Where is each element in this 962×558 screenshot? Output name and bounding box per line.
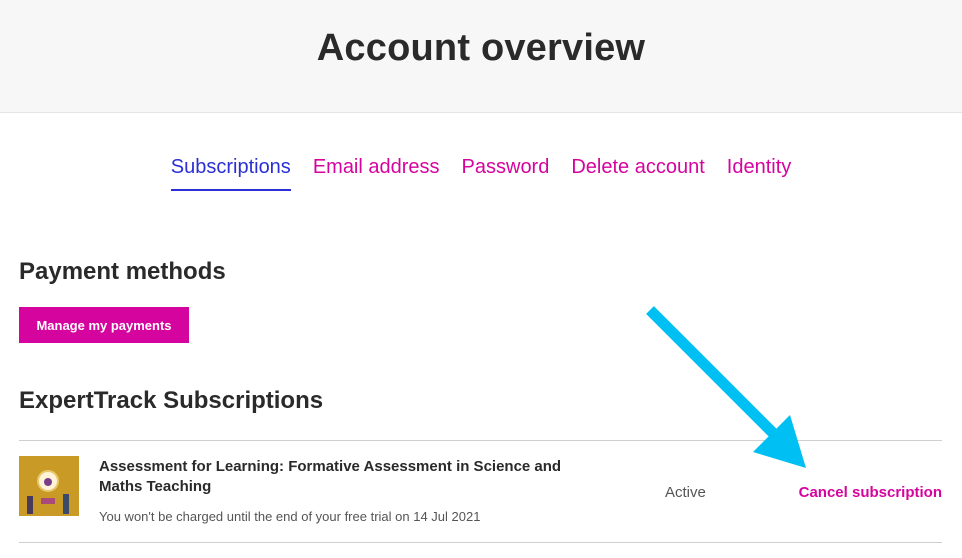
thumbnail-figure — [44, 478, 52, 486]
page-header: Account overview — [0, 0, 962, 113]
cancel-subscription-link[interactable]: Cancel subscription — [799, 484, 942, 501]
subscription-status: Active — [665, 484, 706, 501]
tab-subscriptions[interactable]: Subscriptions — [170, 152, 291, 191]
course-title: Assessment for Learning: Formative Asses… — [99, 458, 562, 495]
account-tabs: Subscriptions Email address Password Del… — [0, 152, 962, 191]
course-thumbnail-image — [19, 456, 79, 516]
trial-note: You won't be charged until the end of yo… — [99, 509, 481, 524]
thumbnail-figure — [41, 498, 55, 504]
experttrack-subscriptions-heading: ExpertTrack Subscriptions — [19, 387, 324, 414]
divider — [19, 542, 942, 543]
thumbnail-figure — [27, 496, 33, 514]
page-title: Account overview — [316, 26, 646, 69]
payment-methods-heading: Payment methods — [19, 258, 226, 285]
manage-payments-button[interactable]: Manage my payments — [19, 307, 189, 343]
subscription-row: Assessment for Learning: Formative Asses… — [19, 441, 942, 542]
thumbnail-figure — [63, 494, 69, 514]
tab-email-address[interactable]: Email address — [313, 152, 440, 191]
tab-password[interactable]: Password — [462, 152, 550, 191]
tab-delete-account[interactable]: Delete account — [571, 152, 704, 191]
tab-identity[interactable]: Identity — [727, 152, 791, 191]
